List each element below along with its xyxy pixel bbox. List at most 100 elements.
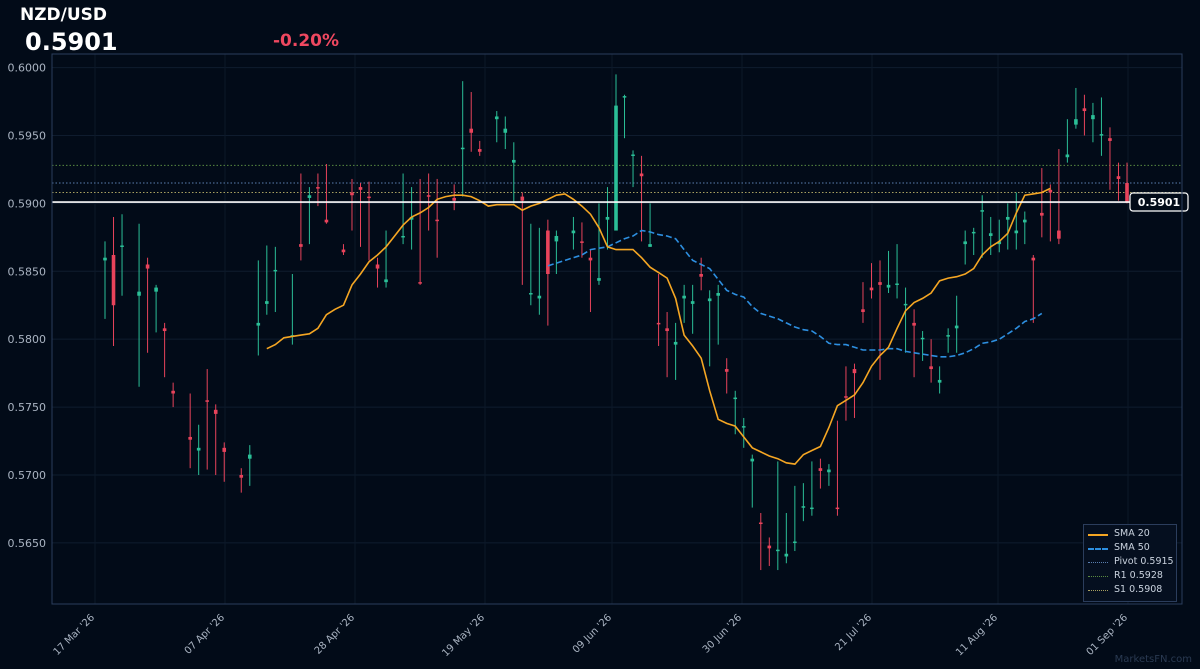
candle-down: [580, 222, 584, 258]
candle-body: [758, 522, 763, 525]
candle-up: [920, 331, 925, 361]
candle-up: [793, 485, 797, 552]
candle-down: [435, 178, 439, 258]
candle-up: [682, 284, 686, 323]
candle-up: [946, 328, 950, 353]
candle-body: [239, 474, 244, 478]
candle-up: [988, 216, 993, 255]
candle-down: [188, 393, 192, 469]
candle-body: [171, 390, 175, 394]
candle-body: [265, 301, 269, 304]
candle-body: [971, 231, 976, 234]
x-tick-label: 21 Jul '26: [833, 612, 874, 653]
candle-up: [503, 116, 508, 150]
candle-down: [239, 468, 244, 493]
candle-up: [384, 230, 388, 288]
candle-body: [256, 322, 261, 326]
candle-down: [588, 249, 593, 313]
candle-up: [937, 366, 942, 394]
candle-up: [784, 513, 789, 564]
candle-up: [605, 187, 610, 250]
candle-down: [358, 183, 363, 247]
candle-body: [724, 369, 729, 372]
candle-body: [605, 216, 610, 220]
legend-label: SMA 20: [1114, 528, 1150, 539]
candle-down: [861, 282, 865, 323]
candle-body: [878, 282, 882, 285]
candle-up: [886, 250, 891, 294]
candle-up: [401, 173, 405, 245]
candle-body: [222, 447, 227, 452]
candle-body: [324, 219, 329, 223]
candle-up: [631, 150, 635, 188]
candle-up: [673, 322, 678, 380]
candlestick-series: [103, 74, 1129, 571]
candle-up: [810, 461, 814, 516]
candle-down: [341, 244, 346, 255]
candle-body: [111, 254, 116, 306]
last-price-label: 0.5901: [1138, 196, 1180, 209]
candle-body: [1040, 212, 1044, 216]
candle-body: [1048, 189, 1053, 193]
candle-down: [367, 181, 371, 261]
x-tick-label: 11 Aug '26: [954, 612, 1000, 658]
candle-body: [1074, 119, 1078, 125]
candle-up: [196, 424, 201, 475]
candle-body: [903, 303, 908, 306]
candle-body: [247, 454, 252, 459]
candle-down: [452, 184, 456, 211]
candle-body: [920, 337, 925, 340]
x-tick-label: 19 May '26: [440, 612, 487, 659]
candle-up: [247, 445, 252, 486]
candle-body: [1082, 108, 1087, 112]
candle-up: [707, 290, 712, 367]
price-change: -0.20%: [273, 31, 340, 51]
candle-body: [1108, 138, 1112, 141]
candle-body: [665, 328, 669, 332]
candle-body: [196, 447, 201, 451]
x-tick-label: 17 Mar '26: [52, 612, 98, 658]
y-tick-label: 0.5950: [8, 129, 47, 142]
candle-body: [1014, 230, 1019, 234]
candle-up: [1091, 102, 1095, 143]
candle-down: [162, 322, 167, 378]
candle-down: [639, 155, 644, 242]
candle-down: [171, 382, 175, 408]
candle-down: [299, 173, 303, 261]
candle-body: [162, 328, 167, 332]
candle-down: [1048, 184, 1053, 242]
candle-up: [512, 142, 516, 204]
candle-body: [861, 309, 865, 313]
candle-body: [741, 426, 746, 428]
legend-item-pivot: Pivot 0.5915: [1084, 555, 1176, 569]
candle-body: [205, 400, 209, 402]
y-tick-label: 0.5900: [8, 197, 47, 210]
candle-body: [793, 541, 797, 544]
candle-body: [929, 366, 933, 370]
candle-up: [1014, 192, 1019, 250]
legend-label: S1 0.5908: [1114, 584, 1163, 595]
candle-down: [316, 173, 320, 207]
candle-up: [265, 245, 269, 315]
candle-body: [750, 458, 755, 462]
current-price: 0.5901: [25, 28, 118, 56]
candle-up: [571, 216, 576, 250]
candle-body: [537, 295, 542, 299]
candle-up: [648, 203, 652, 247]
candle-body: [503, 128, 508, 133]
candle-body: [350, 192, 354, 196]
candle-body: [367, 196, 371, 199]
candle-up: [1065, 119, 1070, 163]
candle-body: [494, 116, 499, 120]
candle-body: [614, 105, 618, 231]
candle-up: [980, 195, 985, 258]
candle-body: [707, 298, 712, 302]
candle-up: [256, 260, 261, 356]
candle-body: [375, 264, 380, 269]
candle-up: [776, 461, 780, 571]
candle-body: [435, 219, 439, 222]
candle-body: [937, 379, 942, 383]
candle-body: [384, 279, 388, 283]
candle-down: [1057, 149, 1061, 245]
candle-up: [529, 223, 533, 306]
